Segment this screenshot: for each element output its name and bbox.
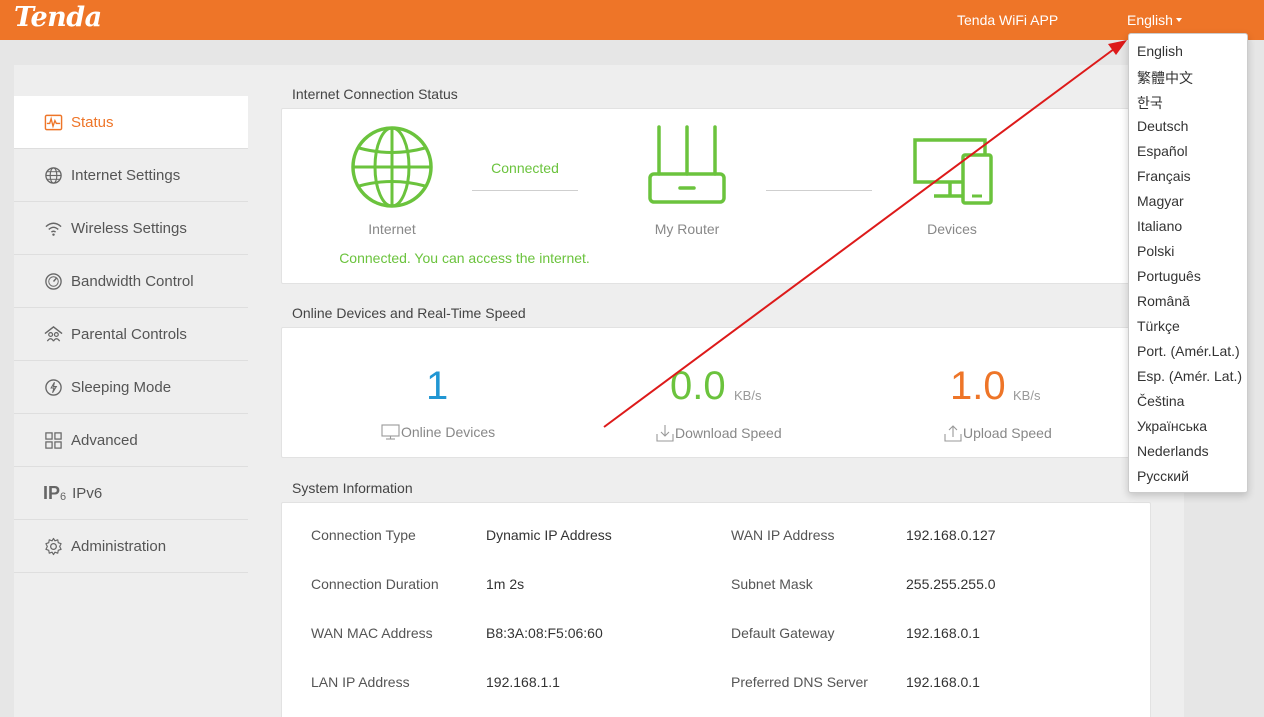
default-gateway-label: Default Gateway xyxy=(731,625,835,641)
devices-label: Devices xyxy=(927,221,977,237)
grid-icon xyxy=(43,430,63,450)
sidebar-item-label: Sleeping Mode xyxy=(71,378,172,396)
online-devices-count: 1 xyxy=(426,364,449,408)
language-option-russian[interactable]: Русский xyxy=(1137,468,1189,484)
connection-line-internet xyxy=(472,190,578,191)
download-icon xyxy=(656,425,674,442)
preferred-dns-value: 192.168.0.1 xyxy=(906,674,980,690)
language-option-french[interactable]: Français xyxy=(1137,168,1191,184)
online-devices-caption: Online Devices xyxy=(381,424,495,440)
devices-icon xyxy=(913,138,993,205)
internet-globe-icon xyxy=(351,126,433,208)
language-option-spanish[interactable]: Español xyxy=(1137,143,1188,159)
wan-ip-value: 192.168.0.127 xyxy=(906,527,996,543)
sidebar-item-label: Parental Controls xyxy=(71,325,187,343)
default-gateway-value: 192.168.0.1 xyxy=(906,625,980,641)
language-option-romanian[interactable]: Română xyxy=(1137,293,1190,309)
gear-icon xyxy=(43,536,63,556)
wan-mac-value: B8:3A:08:F5:06:60 xyxy=(486,625,603,641)
lan-ip-label: LAN IP Address xyxy=(311,674,410,690)
upload-speed-label: Upload Speed xyxy=(963,425,1052,441)
wan-ip-label: WAN IP Address xyxy=(731,527,835,543)
download-speed-label: Download Speed xyxy=(675,425,782,441)
upload-speed-unit: KB/s xyxy=(1013,388,1041,403)
lan-ip-value: 192.168.1.1 xyxy=(486,674,560,690)
gauge-icon xyxy=(43,271,63,291)
language-option-dutch[interactable]: Nederlands xyxy=(1137,443,1209,459)
sidebar-item-label: Bandwidth Control xyxy=(71,272,194,290)
language-option-german[interactable]: Deutsch xyxy=(1137,118,1188,134)
sidebar-item-label: Administration xyxy=(71,537,167,555)
upload-speed-caption: Upload Speed xyxy=(944,424,1052,442)
sidebar: Status Internet Settings Wireless Settin… xyxy=(14,65,248,717)
sidebar-item-ipv6[interactable]: IP 6 IPv6 xyxy=(14,467,248,520)
connection-duration-label: Connection Duration xyxy=(311,576,439,592)
sidebar-item-internet-settings[interactable]: Internet Settings xyxy=(14,149,248,202)
upload-speed-value: 1.0 xyxy=(950,364,1006,408)
language-option-ukrainian[interactable]: Українська xyxy=(1137,418,1207,434)
sidebar-item-administration[interactable]: Administration xyxy=(14,520,248,573)
sidebar-item-bandwidth-control[interactable]: Bandwidth Control xyxy=(14,255,248,308)
connection-duration-value: 1m 2s xyxy=(486,576,525,592)
language-option-korean[interactable]: 한국 xyxy=(1137,93,1163,113)
download-speed-unit: KB/s xyxy=(734,388,762,403)
globe-icon xyxy=(43,165,63,185)
monitor-icon xyxy=(381,424,400,440)
sidebar-item-status[interactable]: Status xyxy=(14,96,248,149)
connection-card: Internet Connected My Router Devices Con… xyxy=(281,108,1151,284)
sidebar-item-label: Wireless Settings xyxy=(71,219,187,237)
connection-status-text: Connected xyxy=(491,160,559,176)
connection-type-value: Dynamic IP Address xyxy=(486,527,612,543)
system-section-title: System Information xyxy=(292,480,413,496)
sidebar-item-label: IPv6 xyxy=(72,484,103,502)
download-speed-caption: Download Speed xyxy=(656,424,782,442)
connection-type-label: Connection Type xyxy=(311,527,416,543)
sidebar-item-label: Status xyxy=(71,113,114,131)
connection-message: Connected. You can access the internet. xyxy=(339,250,590,266)
connection-line-devices xyxy=(766,190,872,191)
router-icon xyxy=(648,125,726,204)
language-selector[interactable]: English xyxy=(1127,12,1182,28)
sidebar-item-label: Internet Settings xyxy=(71,166,181,184)
sidebar-item-sleeping-mode[interactable]: Sleeping Mode xyxy=(14,361,248,414)
family-icon xyxy=(43,324,63,344)
connection-section-title: Internet Connection Status xyxy=(292,86,458,102)
language-option-czech[interactable]: Čeština xyxy=(1137,393,1184,409)
wifi-app-link[interactable]: Tenda WiFi APP xyxy=(957,12,1058,28)
devices-card[interactable]: 1 Online Devices 0.0 KB/s Download Speed… xyxy=(281,327,1151,458)
download-speed-value: 0.0 xyxy=(670,364,726,408)
caret-down-icon xyxy=(1175,18,1182,23)
sidebar-item-label: Advanced xyxy=(71,431,138,449)
language-option-english[interactable]: English xyxy=(1137,43,1183,59)
language-option-traditional-chinese[interactable]: 繁體中文 xyxy=(1137,68,1193,88)
ipv6-icon: IP 6 xyxy=(43,482,67,504)
language-option-spanish-latam[interactable]: Esp. (Amér. Lat.) xyxy=(1137,368,1242,384)
language-option-polish[interactable]: Polski xyxy=(1137,243,1174,259)
router-label: My Router xyxy=(654,221,720,237)
sidebar-item-wireless-settings[interactable]: Wireless Settings xyxy=(14,202,248,255)
language-option-portuguese-latam[interactable]: Port. (Amér.Lat.) xyxy=(1137,343,1240,359)
language-selector-label: English xyxy=(1127,12,1173,28)
language-option-italian[interactable]: Italiano xyxy=(1137,218,1182,234)
internet-label: Internet xyxy=(368,221,416,237)
sidebar-item-parental-controls[interactable]: Parental Controls xyxy=(14,308,248,361)
language-option-portuguese[interactable]: Português xyxy=(1137,268,1201,284)
subnet-mask-value: 255.255.255.0 xyxy=(906,576,996,592)
wifi-icon xyxy=(43,218,63,238)
top-bar: Tenda Tenda WiFi APP English xyxy=(0,0,1264,40)
status-wave-icon xyxy=(43,112,63,132)
language-option-hungarian[interactable]: Magyar xyxy=(1137,193,1184,209)
tenda-logo[interactable]: Tenda xyxy=(14,2,102,33)
preferred-dns-label: Preferred DNS Server xyxy=(731,674,868,690)
upload-icon xyxy=(944,425,962,442)
language-dropdown-menu: English 繁體中文 한국 Deutsch Español Français… xyxy=(1128,33,1248,493)
subnet-mask-label: Subnet Mask xyxy=(731,576,813,592)
online-devices-label: Online Devices xyxy=(401,424,496,440)
system-info-card: Connection Type Dynamic IP Address WAN I… xyxy=(281,502,1151,717)
devices-section-title: Online Devices and Real-Time Speed xyxy=(292,305,526,321)
power-icon xyxy=(43,377,63,397)
sidebar-item-advanced[interactable]: Advanced xyxy=(14,414,248,467)
language-option-turkish[interactable]: Türkçe xyxy=(1137,318,1180,334)
wan-mac-label: WAN MAC Address xyxy=(311,625,433,641)
